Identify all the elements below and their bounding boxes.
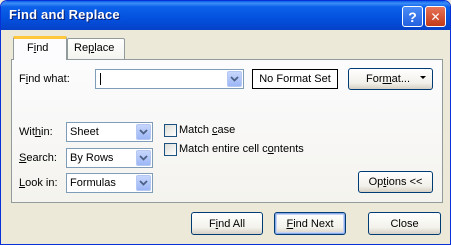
find-all-label: F bbox=[208, 217, 216, 230]
search-label: Search: bbox=[19, 152, 57, 164]
close-icon: ✕ bbox=[430, 9, 441, 24]
search-order-value: By Rows bbox=[70, 152, 114, 164]
close-button[interactable]: Close bbox=[368, 212, 441, 235]
tab-find-label: F bbox=[27, 42, 34, 54]
format-button[interactable]: For m at... bbox=[348, 68, 433, 90]
find-next-button[interactable]: Find Next bbox=[274, 212, 346, 235]
help-icon: ? bbox=[408, 8, 417, 25]
match-case-checkbox[interactable] bbox=[164, 124, 177, 137]
options-button-label: Op bbox=[368, 176, 384, 188]
help-button[interactable]: ? bbox=[402, 6, 423, 27]
triangle-down-icon bbox=[420, 76, 426, 79]
within-value: Sheet bbox=[70, 126, 99, 138]
options-button-label-rest: ions << bbox=[386, 176, 423, 188]
options-button[interactable]: Op t ions << bbox=[358, 171, 433, 193]
text-caret bbox=[100, 73, 101, 85]
close-button-label: Close bbox=[390, 217, 419, 230]
match-entire-cell-checkbox[interactable] bbox=[164, 143, 177, 156]
format-status-box: No Format Set bbox=[252, 69, 338, 89]
find-what-label: Find what: bbox=[19, 73, 70, 85]
look-in-select[interactable]: Formulas bbox=[66, 173, 153, 193]
find-tab-panel: Find what: No Format Set For m at... Withi… bbox=[11, 59, 443, 203]
search-order-select[interactable]: By Rows bbox=[66, 148, 153, 168]
close-window-button[interactable]: ✕ bbox=[425, 6, 446, 27]
within-select[interactable]: Sheet bbox=[66, 122, 153, 142]
look-in-label: Look in: bbox=[19, 177, 58, 189]
look-in-value: Formulas bbox=[70, 177, 116, 189]
format-button-mnemonic: m bbox=[382, 73, 392, 85]
format-button-label: For bbox=[366, 73, 383, 85]
window-title: Find and Replace bbox=[9, 7, 120, 22]
find-all-button[interactable]: Fi nd All bbox=[191, 212, 263, 235]
find-all-label-rest: nd All bbox=[218, 217, 246, 230]
chevron-down-icon[interactable] bbox=[136, 124, 151, 140]
tab-replace-label-rest: lace bbox=[94, 42, 115, 54]
format-status-text: No Format Set bbox=[259, 73, 331, 85]
chevron-down-icon[interactable] bbox=[136, 175, 151, 191]
format-button-label-rest: at... bbox=[391, 73, 411, 85]
tab-replace-label: Re bbox=[74, 42, 89, 54]
tab-replace[interactable]: Replace bbox=[67, 38, 125, 59]
within-label: Within: bbox=[19, 126, 53, 138]
tab-find[interactable]: Find bbox=[13, 36, 67, 60]
find-next-label-rest: ind Next bbox=[293, 217, 334, 230]
chevron-down-icon[interactable] bbox=[136, 150, 151, 166]
tab-find-label-rest: nd bbox=[36, 42, 49, 54]
find-replace-dialog: Find and Replace ? ✕ Find Replace Find w… bbox=[0, 0, 451, 245]
find-what-input[interactable] bbox=[95, 69, 244, 89]
match-case-label[interactable]: Match case bbox=[179, 124, 235, 136]
find-next-mnemonic: F bbox=[286, 217, 294, 230]
chevron-down-icon[interactable] bbox=[227, 71, 242, 87]
match-entire-cell-label[interactable]: Match entire cell contents bbox=[179, 143, 304, 155]
title-bar[interactable]: Find and Replace ? ✕ bbox=[1, 1, 450, 30]
